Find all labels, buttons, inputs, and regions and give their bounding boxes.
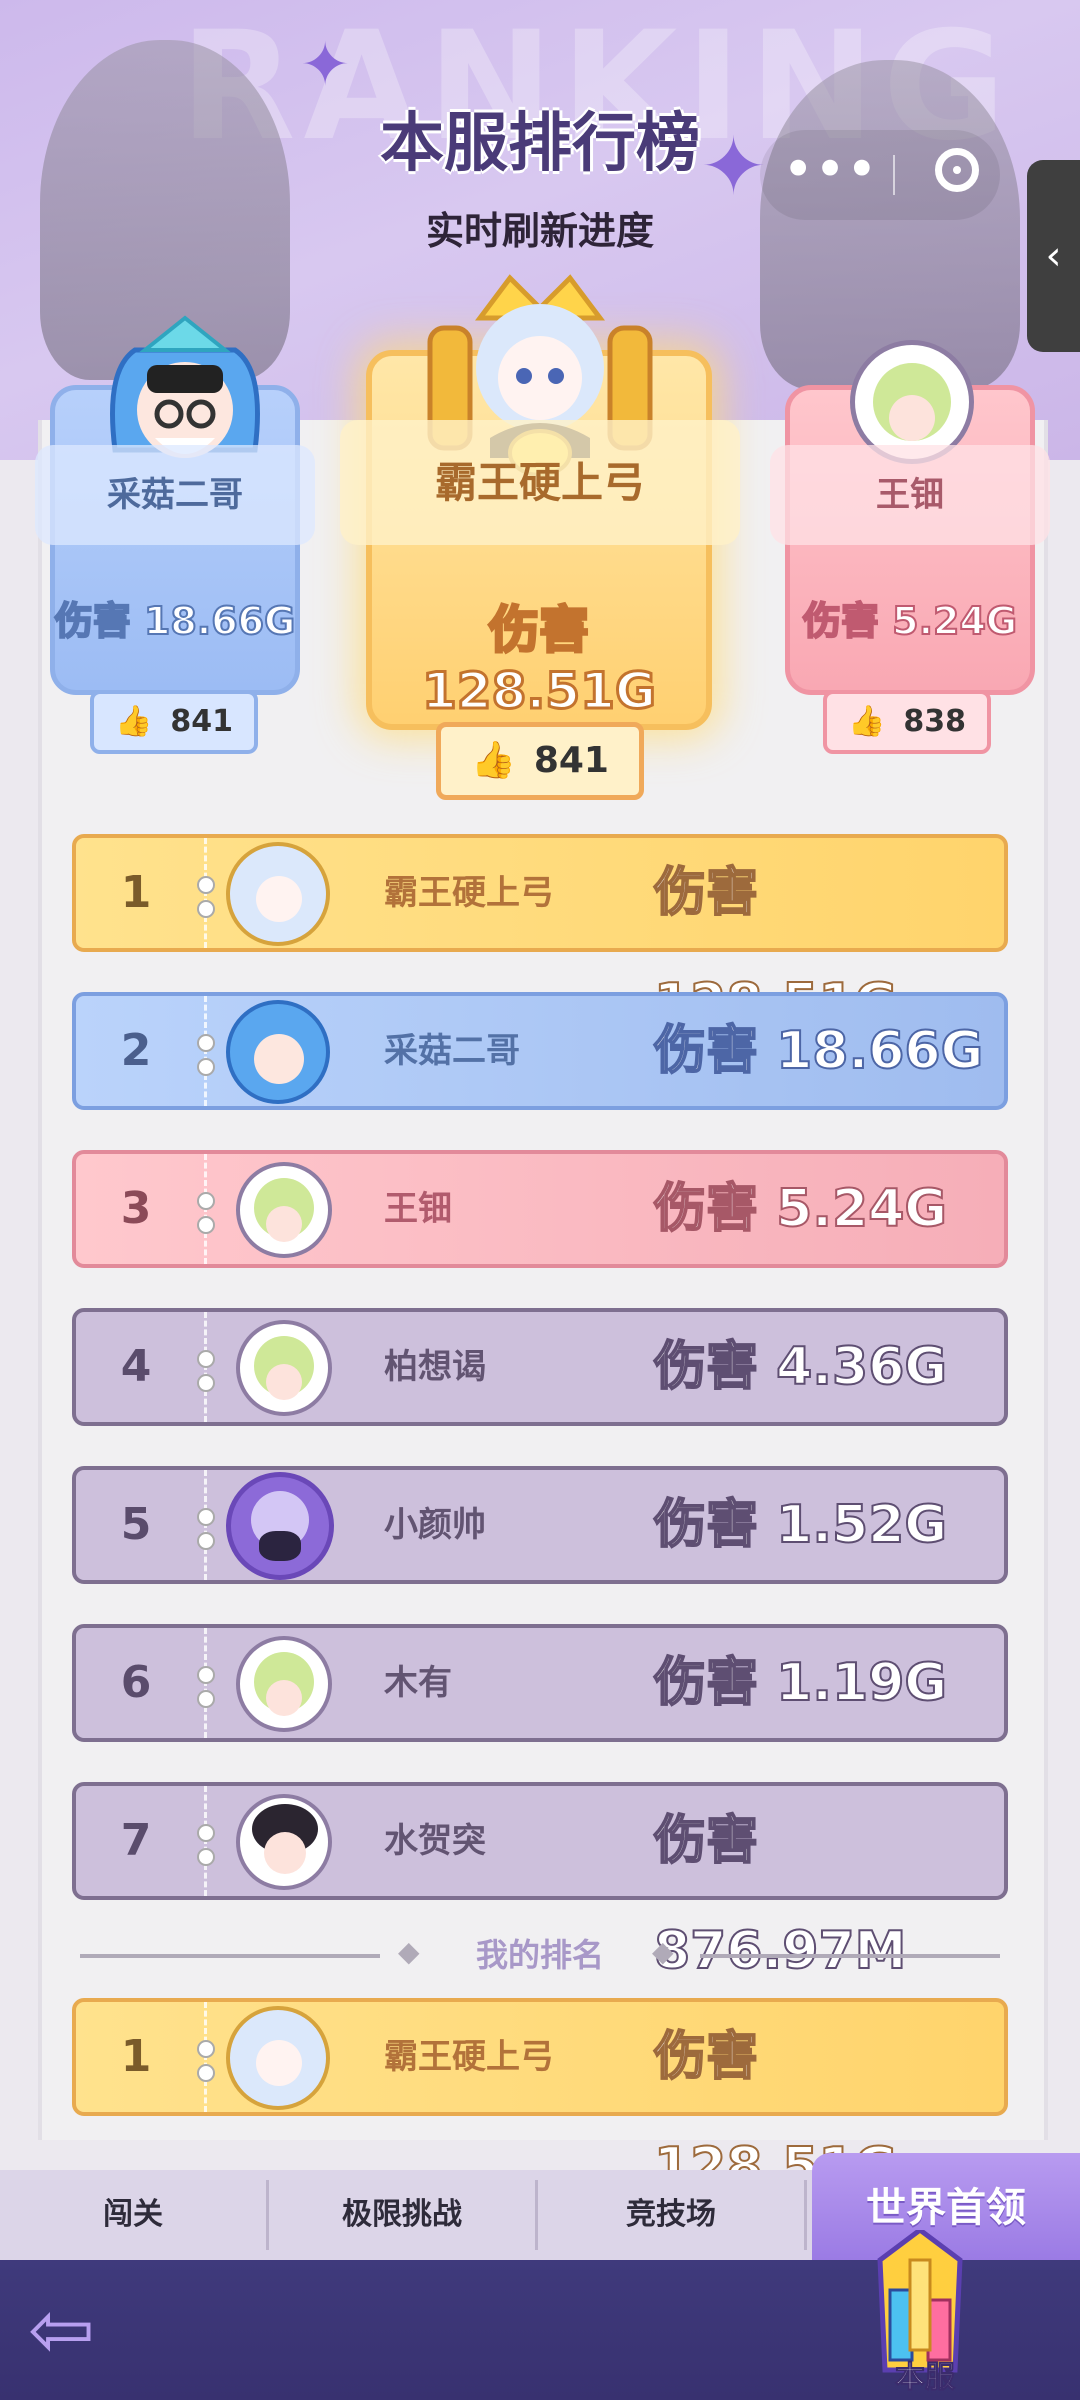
avatar: [236, 1162, 332, 1258]
thumbs-up-icon: 👍: [471, 740, 516, 781]
like-count: 841: [533, 740, 609, 781]
podium-second-name: 采菇二哥: [35, 445, 315, 545]
damage-value: 伤害 128.51G: [653, 862, 898, 1034]
avatar: [236, 1636, 332, 1732]
player-name: 采菇二哥: [384, 1031, 520, 1071]
notch-dot: [197, 1508, 215, 1526]
ranking-row-5[interactable]: 5 小颜帅 伤害 1.52G: [72, 1466, 1008, 1584]
notch-dot: [197, 2040, 215, 2058]
notch-dot: [197, 1034, 215, 1052]
thumbs-up-icon: 👍: [115, 704, 153, 739]
rank-number: 7: [120, 1815, 152, 1866]
notch-dot: [197, 1192, 215, 1210]
like-button-third[interactable]: 👍 838: [823, 690, 991, 754]
avatar: [226, 2006, 330, 2110]
my-rank-row[interactable]: 1 霸王硬上弓 伤害 128.51G: [72, 1998, 1008, 2198]
ranking-row-2[interactable]: 2 采菇二哥 伤害 18.66G: [72, 992, 1008, 1110]
ranking-row-6[interactable]: 6 木有 伤害 1.19G: [72, 1624, 1008, 1742]
damage-value: 伤害 1.19G: [653, 1652, 948, 1714]
rank-number: 5: [120, 1499, 152, 1550]
damage-value: 伤害 4.36G: [653, 1336, 948, 1398]
ranking-row-1[interactable]: 1 霸王硬上弓 伤害 128.51G: [72, 834, 1008, 1034]
server-label: 本服: [895, 2360, 956, 2396]
damage-value: 伤害 1.52G: [653, 1494, 948, 1556]
rank-number: 1: [120, 2031, 152, 2082]
capsule-divider: [893, 155, 895, 195]
thumbs-up-icon: 👍: [848, 704, 886, 739]
tab-separator: [804, 2180, 807, 2250]
rank-number: 3: [120, 1183, 152, 1234]
more-dots-icon[interactable]: •••: [780, 140, 880, 210]
tab-arena[interactable]: 竞技场: [538, 2170, 804, 2260]
avatar: [236, 1320, 332, 1416]
like-button-first[interactable]: 👍 841: [436, 722, 644, 800]
player-name: 霸王硬上弓: [384, 2037, 554, 2077]
damage-value: 伤害 128.51G: [653, 2026, 898, 2198]
like-count: 841: [170, 704, 233, 739]
podium-first-damage: 伤害 128.51G: [421, 600, 658, 722]
avatar: [226, 842, 330, 946]
notch-dot: [197, 1350, 215, 1368]
notch-dot: [197, 876, 215, 894]
notch-dot: [197, 2064, 215, 2082]
ranking-row-3[interactable]: 3 王钿 伤害 5.24G: [72, 1150, 1008, 1268]
rank-number: 4: [120, 1341, 152, 1392]
player-name: 水贺突: [384, 1821, 486, 1861]
damage-value: 伤害 5.24G: [653, 1178, 948, 1240]
notch-dot: [197, 900, 215, 918]
damage-value: 伤害 876.97M: [653, 1810, 907, 1982]
avatar: [226, 1000, 330, 1104]
sparkle-icon: ✦: [300, 30, 351, 100]
divider: [80, 1954, 380, 1958]
avatar: [226, 1472, 334, 1580]
rank-number: 6: [120, 1657, 152, 1708]
back-arrow-icon[interactable]: ⇦: [28, 2290, 128, 2370]
notch-dot: [197, 1058, 215, 1076]
notch-dot: [197, 1848, 215, 1866]
avatar: [236, 1794, 332, 1890]
player-name: 王钿: [384, 1189, 452, 1229]
chevron-left-icon[interactable]: ‹: [1027, 160, 1080, 352]
rank-number: 2: [120, 1025, 152, 1076]
notch-dot: [197, 1824, 215, 1842]
rank-number: 1: [120, 867, 152, 918]
notch-dot: [197, 1216, 215, 1234]
player-name: 霸王硬上弓: [384, 873, 554, 913]
notch-dot: [197, 1374, 215, 1392]
ranking-row-4[interactable]: 4 柏想谒 伤害 4.36G: [72, 1308, 1008, 1426]
my-rank-label: 我的排名: [475, 1936, 604, 1974]
notch-dot: [197, 1532, 215, 1550]
player-name: 柏想谒: [384, 1347, 486, 1387]
player-name: 小颜帅: [384, 1505, 486, 1545]
podium-first-name: 霸王硬上弓: [340, 420, 740, 545]
notch-dot: [197, 1666, 215, 1684]
podium-third-damage: 伤害 5.24G: [802, 598, 1018, 644]
divider: [700, 1954, 1000, 1958]
like-button-second[interactable]: 👍 841: [90, 690, 258, 754]
podium-third-name: 王钿: [770, 445, 1050, 545]
damage-value: 伤害 18.66G: [653, 1020, 984, 1082]
podium-second-damage: 伤害 18.66G: [54, 598, 297, 644]
player-name: 木有: [384, 1663, 452, 1703]
tab-extreme-challenge[interactable]: 极限挑战: [269, 2170, 535, 2260]
tab-stages[interactable]: 闯关: [0, 2170, 266, 2260]
ranking-row-7[interactable]: 7 水贺突 伤害 876.97M: [72, 1782, 1008, 1982]
like-count: 838: [903, 704, 966, 739]
notch-dot: [197, 1690, 215, 1708]
target-circle-icon[interactable]: [935, 148, 979, 192]
